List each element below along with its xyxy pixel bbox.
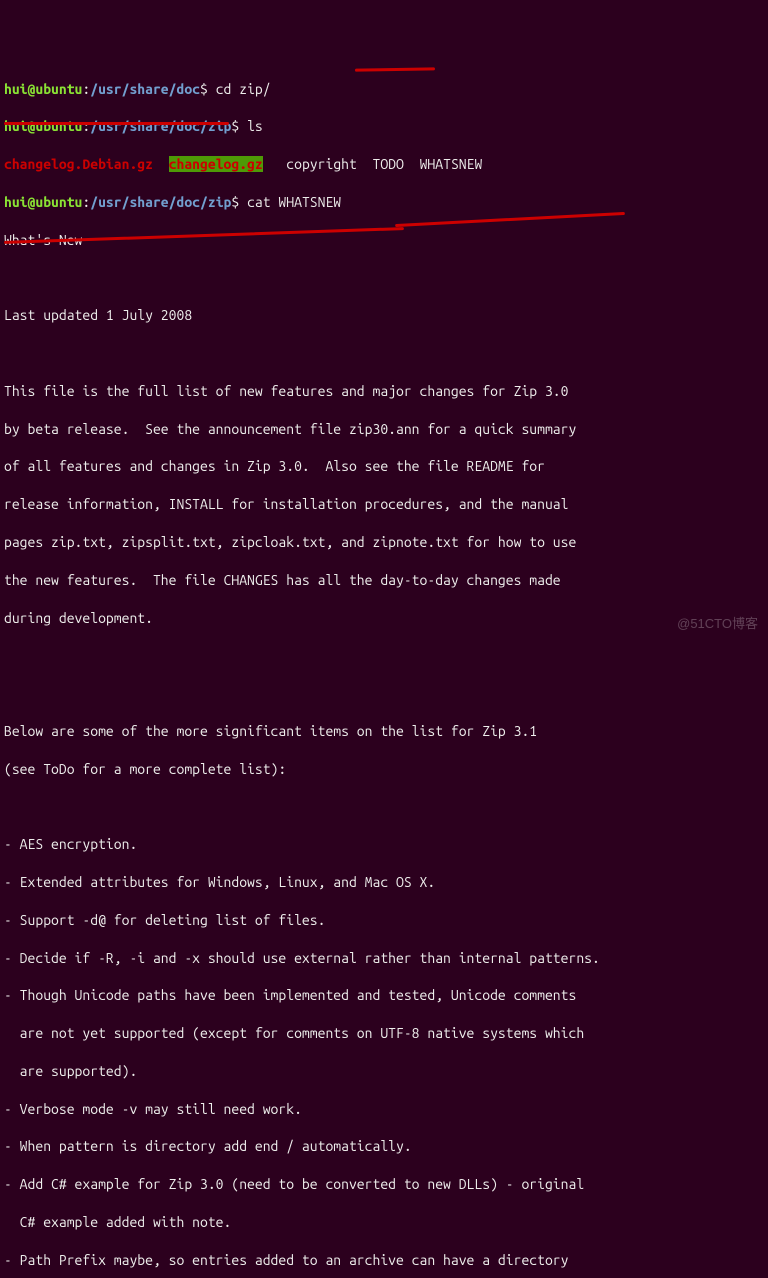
blank-line <box>4 344 764 363</box>
command-input: ls <box>247 118 263 134</box>
bullet-line: - Though Unicode paths have been impleme… <box>4 986 764 1005</box>
whatsnew-title: What's New <box>4 231 764 250</box>
cwd-path: /usr/share/doc <box>90 81 200 97</box>
paragraph-line: Below are some of the more significant i… <box>4 722 764 741</box>
bullet-line: are not yet supported (except for commen… <box>4 1024 764 1043</box>
cwd-path: /usr/share/doc/zip <box>90 118 231 134</box>
bullet-line: - Support -d@ for deleting list of files… <box>4 911 764 930</box>
prompt-line-1[interactable]: hui@ubuntu:/usr/share/doc$ cd zip/ <box>4 80 764 99</box>
ls-output-line: changelog.Debian.gz changelog.gz copyrig… <box>4 155 764 174</box>
blank-line <box>4 646 764 665</box>
blank-line <box>4 797 764 816</box>
command-input: cat WHATSNEW <box>247 194 341 210</box>
paragraph-line: during development. <box>4 609 764 628</box>
bullet-line: C# example added with note. <box>4 1213 764 1232</box>
command-input: cd zip/ <box>216 81 271 97</box>
blank-line <box>4 684 764 703</box>
user-host: hui@ubuntu <box>4 194 82 210</box>
paragraph-line: pages zip.txt, zipsplit.txt, zipcloak.tx… <box>4 533 764 552</box>
annotation-underline <box>395 212 625 227</box>
paragraph-line: (see ToDo for a more complete list): <box>4 760 764 779</box>
bullet-line: - AES encryption. <box>4 835 764 854</box>
paragraph-line: This file is the full list of new featur… <box>4 382 764 401</box>
bullet-line: - Add C# example for Zip 3.0 (need to be… <box>4 1175 764 1194</box>
paragraph-line: the new features. The file CHANGES has a… <box>4 571 764 590</box>
file-item: WHATSNEW <box>420 156 483 172</box>
file-gz-highlighted: changelog.gz <box>169 156 263 172</box>
annotation-underline <box>4 122 229 125</box>
user-host: hui@ubuntu <box>4 118 82 134</box>
file-gz: changelog.Debian.gz <box>4 156 153 172</box>
file-item: TODO <box>373 156 404 172</box>
watermark: @51CTO博客 <box>677 615 758 633</box>
bullet-line: - Path Prefix maybe, so entries added to… <box>4 1251 764 1270</box>
paragraph-line: of all features and changes in Zip 3.0. … <box>4 457 764 476</box>
prompt-line-2[interactable]: hui@ubuntu:/usr/share/doc/zip$ ls <box>4 117 764 136</box>
file-item: copyright <box>286 156 357 172</box>
bullet-line: - Extended attributes for Windows, Linux… <box>4 873 764 892</box>
cwd-path: /usr/share/doc/zip <box>90 194 231 210</box>
paragraph-line: release information, INSTALL for install… <box>4 495 764 514</box>
bullet-line: - Verbose mode -v may still need work. <box>4 1100 764 1119</box>
prompt-line-3[interactable]: hui@ubuntu:/usr/share/doc/zip$ cat WHATS… <box>4 193 764 212</box>
blank-line <box>4 268 764 287</box>
last-updated: Last updated 1 July 2008 <box>4 306 764 325</box>
paragraph-line: by beta release. See the announcement fi… <box>4 420 764 439</box>
bullet-line: - Decide if -R, -i and -x should use ext… <box>4 949 764 968</box>
bullet-line: - When pattern is directory add end / au… <box>4 1137 764 1156</box>
user-host: hui@ubuntu <box>4 81 82 97</box>
annotation-underline <box>355 67 435 71</box>
bullet-line: are supported). <box>4 1062 764 1081</box>
